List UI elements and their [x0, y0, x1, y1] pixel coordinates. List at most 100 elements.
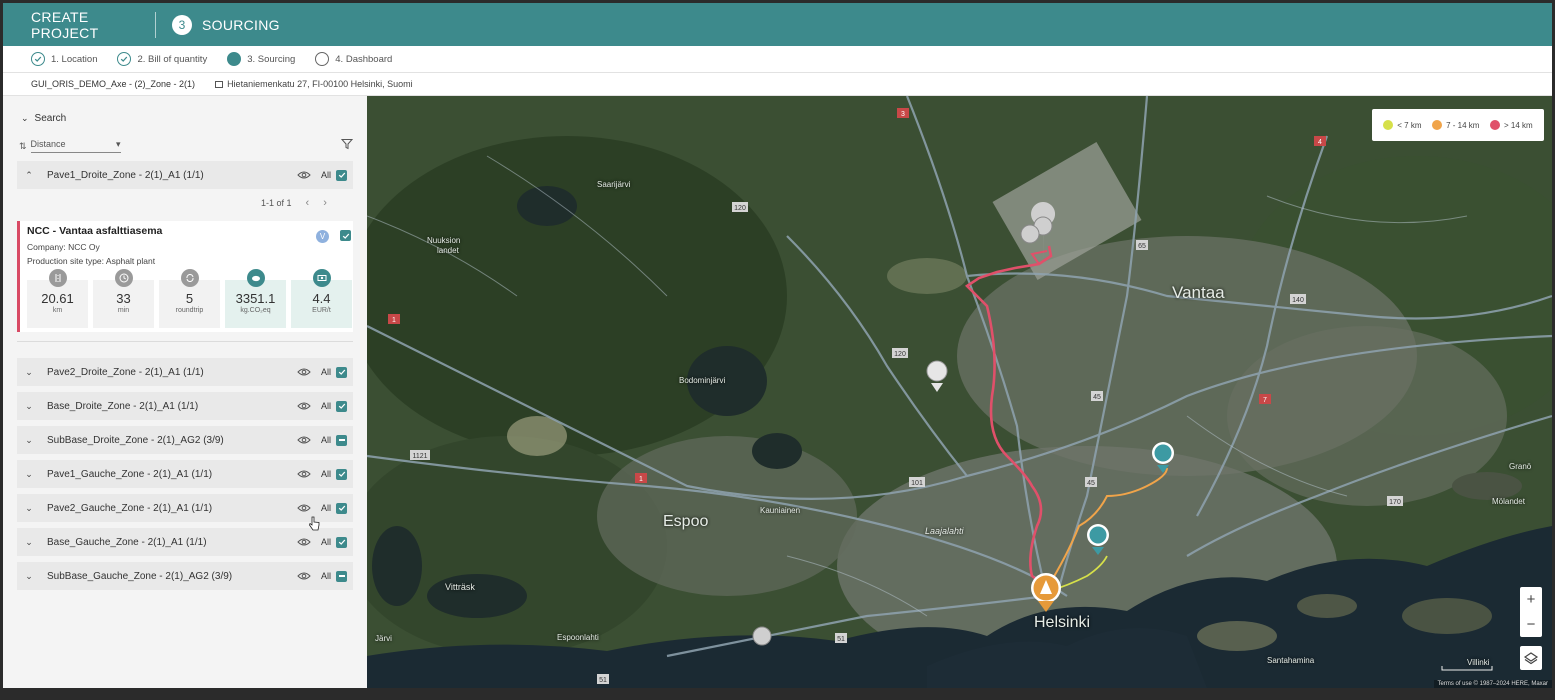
group-name: SubBase_Gauche_Zone - 2(1)_AG2 (3/9)	[47, 570, 233, 582]
chevron-down-icon[interactable]: ⌄	[17, 503, 41, 514]
road-shield: 140	[1292, 297, 1304, 304]
eye-icon[interactable]	[297, 537, 311, 547]
checkbox[interactable]	[336, 169, 347, 181]
all-label: All	[320, 469, 331, 479]
group-row[interactable]: ⌃ Pave1_Droite_Zone - 2(1)_A1 (1/1) All	[17, 161, 353, 189]
check-circle-icon	[31, 52, 45, 66]
create-project-title: CREATE PROJECT	[31, 8, 99, 41]
metric-price: 4.4 EUR/t	[291, 269, 352, 328]
group-row[interactable]: ⌄ Pave1_Gauche_Zone - 2(1)_A1 (1/1) All	[17, 460, 353, 488]
checkbox[interactable]	[336, 468, 347, 480]
header-divider	[155, 11, 156, 38]
distance-legend: < 7 km 7 - 14 km > 14 km	[1372, 109, 1544, 141]
checkbox-partial[interactable]	[336, 434, 347, 446]
chevron-down-icon[interactable]: ⌄	[17, 367, 41, 378]
eye-icon[interactable]	[297, 571, 311, 581]
search-toggle[interactable]: ⌄ Search	[21, 113, 66, 124]
group-name: SubBase_Droite_Zone - 2(1)_AG2 (3/9)	[47, 434, 224, 446]
legend-item: 7 - 14 km	[1432, 120, 1479, 130]
all-label: All	[320, 435, 331, 445]
next-page-icon[interactable]: ›	[323, 197, 327, 209]
step-bill-of-quantity[interactable]: 2. Bill of quantity	[117, 52, 207, 66]
metric-co2: 3351.1 kg.CO₂eq	[225, 269, 286, 328]
group-row[interactable]: ⌄ Base_Droite_Zone - 2(1)_A1 (1/1) All	[17, 392, 353, 420]
eye-icon[interactable]	[297, 401, 311, 411]
eye-icon[interactable]	[297, 170, 311, 180]
sort-icon: ⇅	[19, 140, 27, 151]
breadcrumb: GUI_ORIS_DEMO_Axe - (2)_Zone - 2(1) Hiet…	[3, 72, 1552, 96]
current-step-title: SOURCING	[202, 16, 280, 33]
group-row[interactable]: ⌄ Pave2_Gauche_Zone - 2(1)_A1 (1/1) All	[17, 494, 353, 522]
satellite-map[interactable]: 3 4 120 65 1 140 120 45 7 1121 1 101 45 …	[367, 96, 1552, 688]
group-name: Pave1_Droite_Zone - 2(1)_A1 (1/1)	[47, 169, 204, 181]
eye-icon[interactable]	[297, 503, 311, 513]
step-sourcing[interactable]: 3. Sourcing	[227, 52, 295, 66]
zoom-out-button[interactable]: −	[1520, 612, 1542, 637]
eye-icon[interactable]	[297, 469, 311, 479]
checkbox[interactable]	[336, 536, 347, 548]
metric-value: 4.4	[312, 291, 331, 306]
metric-value: 5	[185, 291, 194, 306]
road-shield: 51	[837, 636, 845, 643]
eye-icon[interactable]	[297, 435, 311, 445]
metric-roundtrip: 5 roundtrip	[159, 269, 220, 328]
group-name: Pave1_Gauche_Zone - 2(1)_A1 (1/1)	[47, 468, 213, 480]
chevron-down-icon[interactable]: ⌄	[17, 469, 41, 480]
road-shield: 7	[1263, 397, 1267, 404]
all-label: All	[320, 401, 331, 411]
project-name: GUI_ORIS_DEMO_Axe - (2)_Zone - 2(1)	[31, 79, 196, 89]
eye-icon[interactable]	[297, 367, 311, 377]
chevron-down-icon[interactable]: ⌄	[17, 401, 41, 412]
supplier-checkbox[interactable]	[340, 230, 351, 241]
search-label: Search	[34, 113, 67, 124]
checkbox[interactable]	[336, 502, 347, 514]
prev-page-icon[interactable]: ‹	[306, 197, 310, 209]
metric-unit: EUR/t	[312, 307, 331, 314]
group-name: Pave2_Gauche_Zone - 2(1)_A1 (1/1)	[47, 502, 213, 514]
stepper: 1. Location 2. Bill of quantity 3. Sourc…	[3, 46, 1552, 72]
truck-marker-grey[interactable]	[752, 626, 772, 646]
check-circle-icon	[117, 52, 132, 66]
group-row[interactable]: ⌄ Base_Gauche_Zone - 2(1)_A1 (1/1) All	[17, 528, 353, 556]
road-shield: 1121	[412, 453, 427, 460]
checkbox-partial[interactable]	[336, 570, 347, 582]
group-row[interactable]: ⌄ SubBase_Gauche_Zone - 2(1)_AG2 (3/9) A…	[17, 562, 353, 590]
clock-icon	[114, 269, 133, 287]
step-label: 2. Bill of quantity	[137, 53, 208, 65]
step-location[interactable]: 1. Location	[31, 52, 97, 66]
step-label: 1. Location	[51, 53, 98, 65]
metric-unit: km	[52, 307, 63, 314]
supplier-marker-grey[interactable]	[1020, 224, 1040, 244]
step-dashboard[interactable]: 4. Dashboard	[315, 52, 392, 66]
chevron-down-icon[interactable]: ⌄	[17, 571, 41, 582]
filter-icon[interactable]	[341, 138, 353, 150]
all-label: All	[320, 503, 331, 513]
sort-row: ⇅ Distance ▾	[19, 138, 353, 154]
metric-duration: 33 min	[93, 269, 154, 328]
chevron-down-icon[interactable]: ⌄	[17, 537, 41, 548]
layers-button[interactable]	[1520, 646, 1542, 670]
legend-item: < 7 km	[1383, 120, 1422, 130]
chevron-up-icon[interactable]: ⌃	[17, 170, 41, 181]
legend-label: > 14 km	[1504, 120, 1533, 130]
map-imagery: 3 4 120 65 1 140 120 45 7 1121 1 101 45 …	[367, 96, 1552, 688]
checkbox[interactable]	[336, 400, 347, 412]
pagination-text: 1-1 of 1	[261, 198, 292, 208]
sort-select[interactable]: Distance ▾	[30, 139, 121, 153]
checkbox[interactable]	[336, 366, 347, 378]
money-icon	[312, 269, 331, 287]
divider	[17, 341, 353, 342]
metric-value: 20.61	[41, 291, 74, 306]
step-label: 3. Sourcing	[247, 53, 296, 65]
group-row[interactable]: ⌄ Pave2_Droite_Zone - 2(1)_A1 (1/1) All	[17, 358, 353, 386]
zoom-in-button[interactable]: +	[1520, 587, 1542, 612]
road-shield: 45	[1093, 394, 1101, 401]
supplier-card[interactable]: NCC - Vantaa asfalttiasema Company: NCC …	[17, 221, 353, 332]
group-row[interactable]: ⌄ SubBase_Droite_Zone - 2(1)_AG2 (3/9) A…	[17, 426, 353, 454]
chevron-down-icon[interactable]: ⌄	[17, 435, 41, 446]
vendor-badge: V	[316, 230, 329, 243]
metric-distance: 20.61 km	[27, 269, 88, 328]
group-name: Base_Droite_Zone - 2(1)_A1 (1/1)	[47, 400, 199, 412]
legend-dot-red	[1490, 120, 1501, 130]
group-name: Pave2_Droite_Zone - 2(1)_A1 (1/1)	[47, 366, 204, 378]
